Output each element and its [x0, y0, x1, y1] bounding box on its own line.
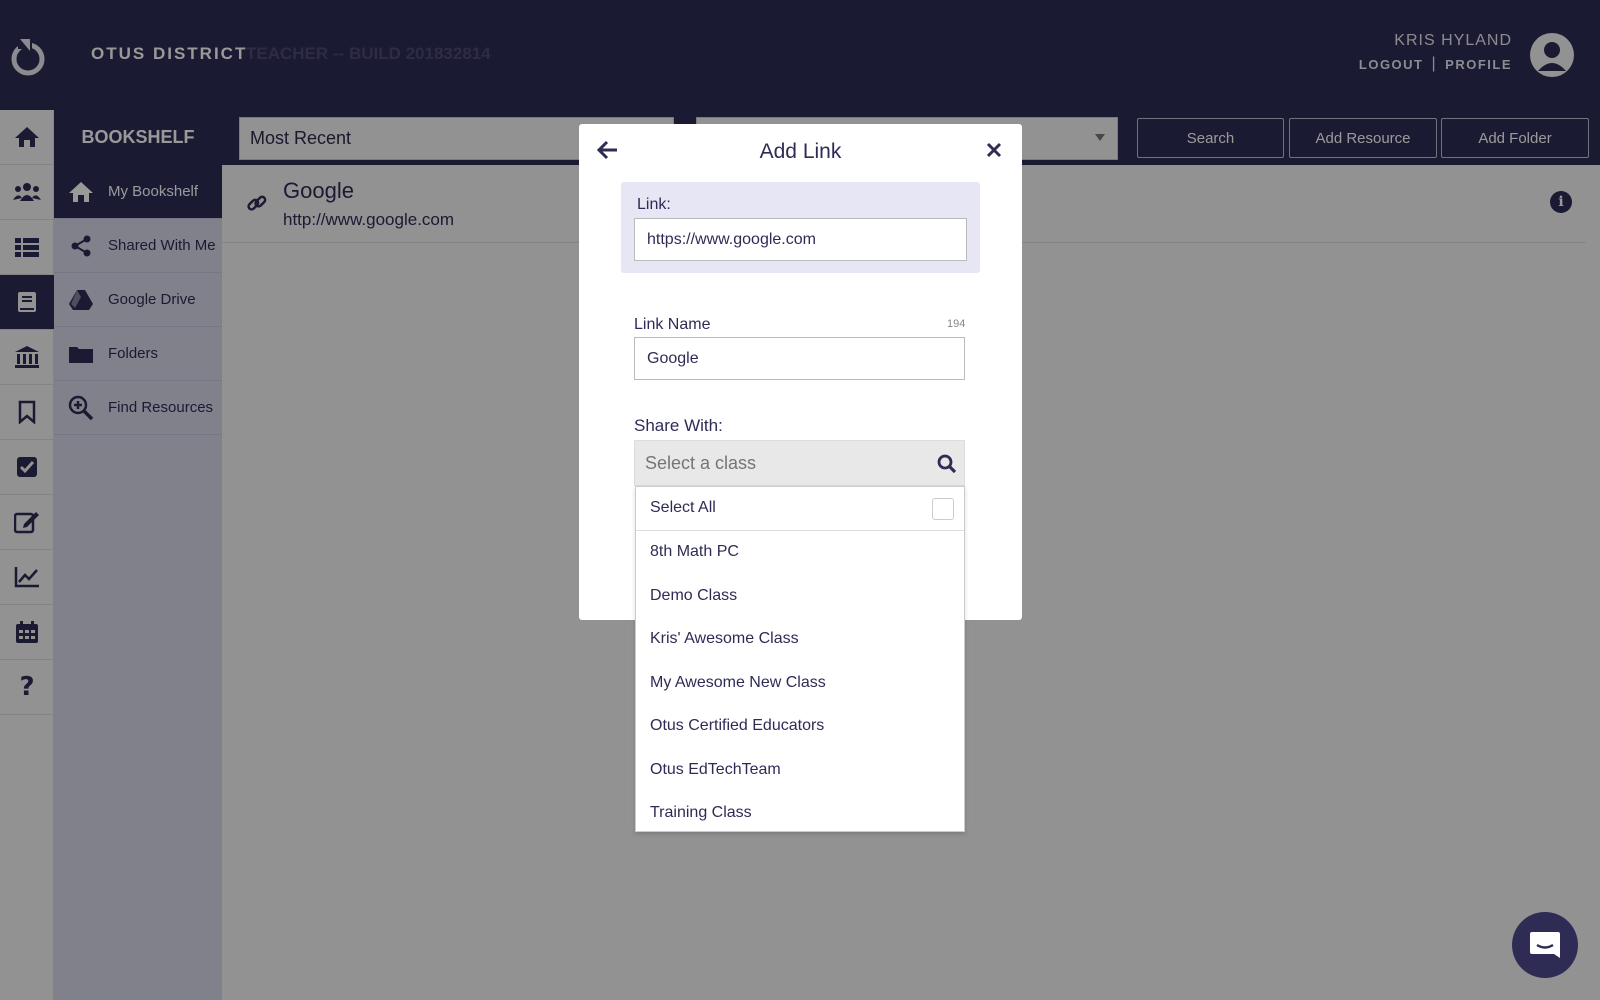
link-input[interactable] [634, 218, 967, 261]
chat-button[interactable] [1512, 912, 1578, 978]
class-option[interactable]: Otus EdTechTeam [636, 748, 964, 792]
class-option[interactable]: Kris' Awesome Class [636, 618, 964, 662]
char-count: 194 [947, 318, 966, 330]
select-all-label: Select All [650, 499, 716, 517]
select-all-checkbox[interactable] [932, 498, 954, 520]
link-label: Link: [637, 196, 671, 213]
link-panel: Link: [621, 182, 980, 273]
close-icon[interactable] [985, 141, 1003, 159]
class-option[interactable]: Training Class [636, 792, 964, 836]
search-icon[interactable] [937, 454, 957, 474]
class-dropdown-list: Select All 8th Math PC Demo Class Kris' … [635, 486, 965, 832]
class-option[interactable]: 8th Math PC [636, 531, 964, 575]
select-all-option[interactable]: Select All [636, 487, 964, 531]
link-name-input[interactable] [634, 337, 965, 380]
class-option[interactable]: My Awesome New Class [636, 661, 964, 705]
class-search-input[interactable] [634, 440, 965, 486]
modal-title: Add Link [759, 140, 842, 163]
chat-icon [1530, 932, 1560, 958]
class-option[interactable]: Demo Class [636, 574, 964, 618]
link-name-label: Link Name [634, 316, 711, 333]
share-with-label: Share With: [634, 416, 723, 435]
class-option[interactable]: Otus Certified Educators [636, 705, 964, 749]
